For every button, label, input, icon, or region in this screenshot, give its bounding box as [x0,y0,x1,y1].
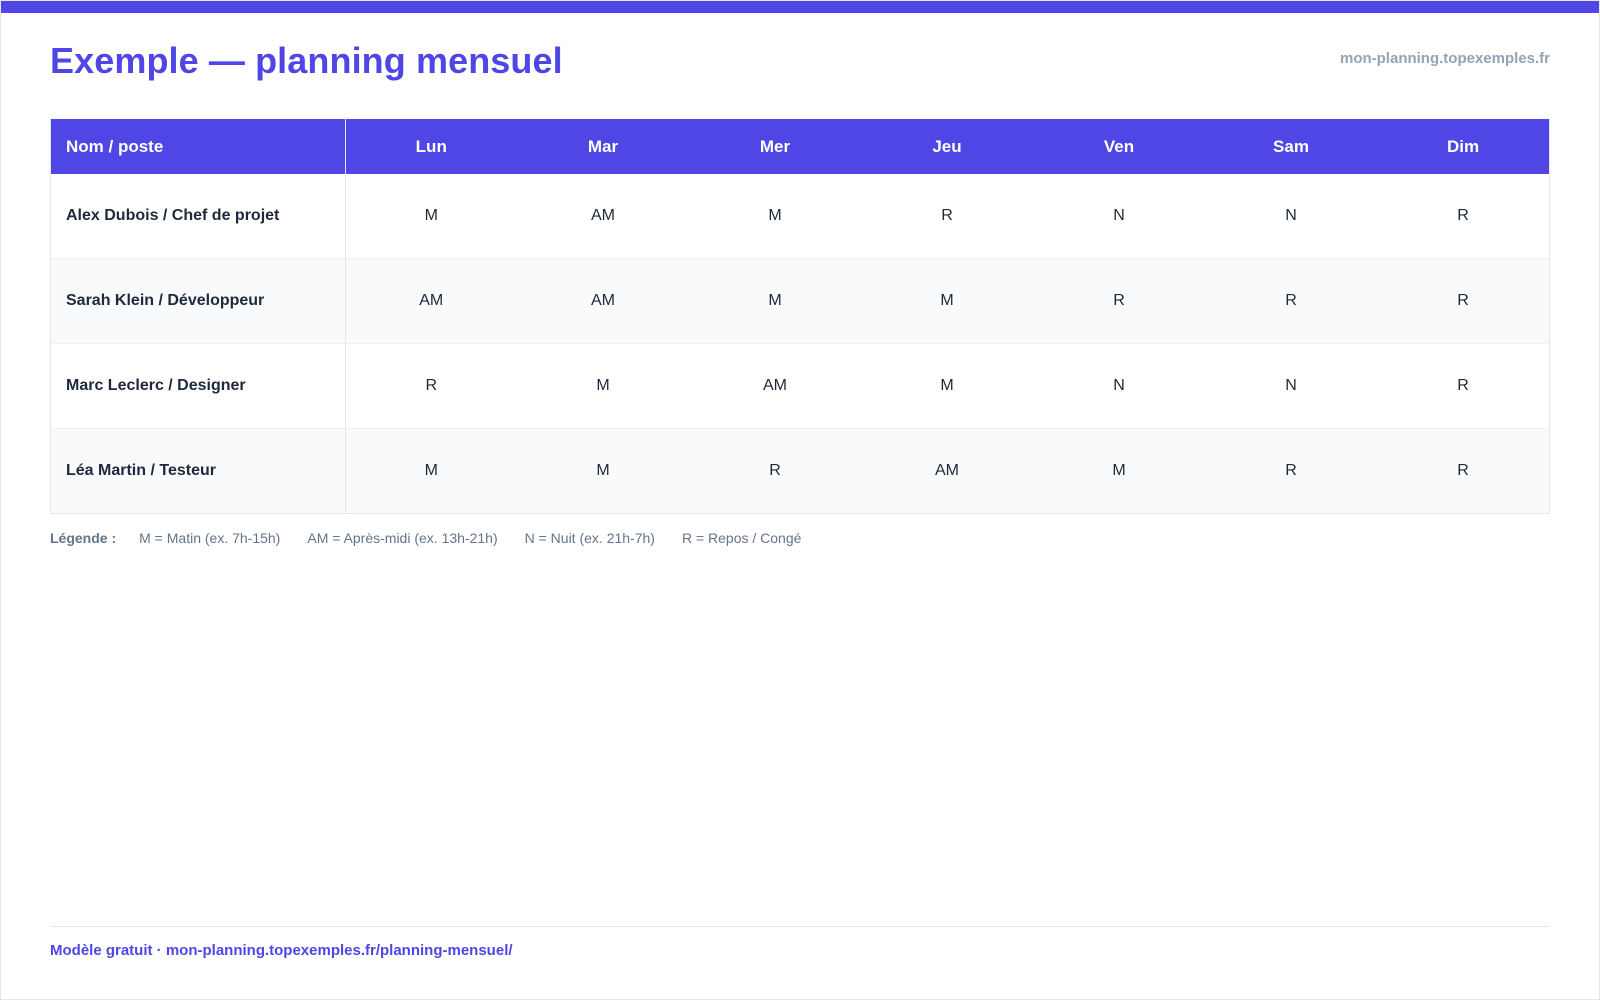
shift-cell: M [768,207,782,224]
table-row: Léa Martin / Testeur M M R AM M R R [51,428,1549,513]
employee-name-cell: Alex Dubois / Chef de projet [51,174,346,259]
page-header: Exemple — planning mensuel mon-planning.… [50,35,1550,91]
shift-cell: N [1285,207,1297,224]
legend-item: N = Nuit (ex. 21h-7h) [524,530,655,546]
table-row: Marc Leclerc / Designer R M AM M N N R [51,343,1549,429]
shift-cell: R [1457,377,1469,394]
column-header-name: Nom / poste [51,119,346,174]
top-accent-bar [1,1,1599,13]
legend-item: M = Matin (ex. 7h-15h) [139,530,281,546]
shift-cell: N [1113,207,1125,224]
shift-cell: R [1457,292,1469,309]
shift-cell: M [424,207,438,224]
column-header-day: Mer [689,119,861,174]
legend-item: AM = Après-midi (ex. 13h-21h) [307,530,498,546]
shift-cell: R [1457,207,1469,224]
legend-title: Légende : [50,530,117,546]
site-url: mon-planning.topexemples.fr [1339,50,1550,67]
shift-cell: AM [591,207,615,224]
shift-cell: R [941,207,953,224]
employee-name-cell: Léa Martin / Testeur [51,428,346,513]
shift-cell: AM [763,377,787,394]
employee-name-cell: Marc Leclerc / Designer [51,343,346,429]
shift-cell: M [940,292,954,309]
footer-divider [50,926,1550,927]
shift-cell: N [1113,377,1125,394]
column-header-day: Mar [517,119,689,174]
planning-page: Exemple — planning mensuel mon-planning.… [0,0,1600,1000]
shift-cell: M [940,377,954,394]
planning-table-container: Nom / poste Lun Mar Mer Jeu Ven Sam Dim … [50,119,1550,514]
shift-cell: M [596,462,610,479]
shift-cell: R [1113,292,1125,309]
shift-cell: M [596,377,610,394]
shift-cell: R [1285,292,1297,309]
table-header-row: Nom / poste Lun Mar Mer Jeu Ven Sam Dim [51,119,1549,174]
shift-cell: N [1285,377,1297,394]
shift-cell: R [769,462,781,479]
planning-table: Nom / poste Lun Mar Mer Jeu Ven Sam Dim … [51,119,1549,513]
shift-cell: R [1457,462,1469,479]
legend: Légende : M = Matin (ex. 7h-15h) AM = Ap… [50,530,828,546]
page-title: Exemple — planning mensuel [50,40,563,81]
footer-link[interactable]: Modèle gratuit · mon-planning.topexemple… [50,942,513,959]
column-header-day: Ven [1033,119,1205,174]
shift-cell: AM [419,292,444,309]
shift-cell: AM [591,292,615,309]
column-header-day: Lun [345,119,517,174]
table-row: Sarah Klein / Développeur AM AM M M R R … [51,258,1549,344]
shift-cell: M [424,462,438,479]
shift-cell: R [1285,462,1297,479]
shift-cell: AM [935,462,959,479]
column-header-day: Dim [1377,119,1549,174]
employee-name-cell: Sarah Klein / Développeur [51,258,346,344]
shift-cell: M [768,292,782,309]
table-row: Alex Dubois / Chef de projet M AM M R N … [51,174,1549,259]
shift-cell: M [1112,462,1126,479]
shift-cell: R [425,377,438,394]
column-header-day: Jeu [861,119,1033,174]
column-header-day: Sam [1205,119,1377,174]
legend-item: R = Repos / Congé [681,530,802,546]
